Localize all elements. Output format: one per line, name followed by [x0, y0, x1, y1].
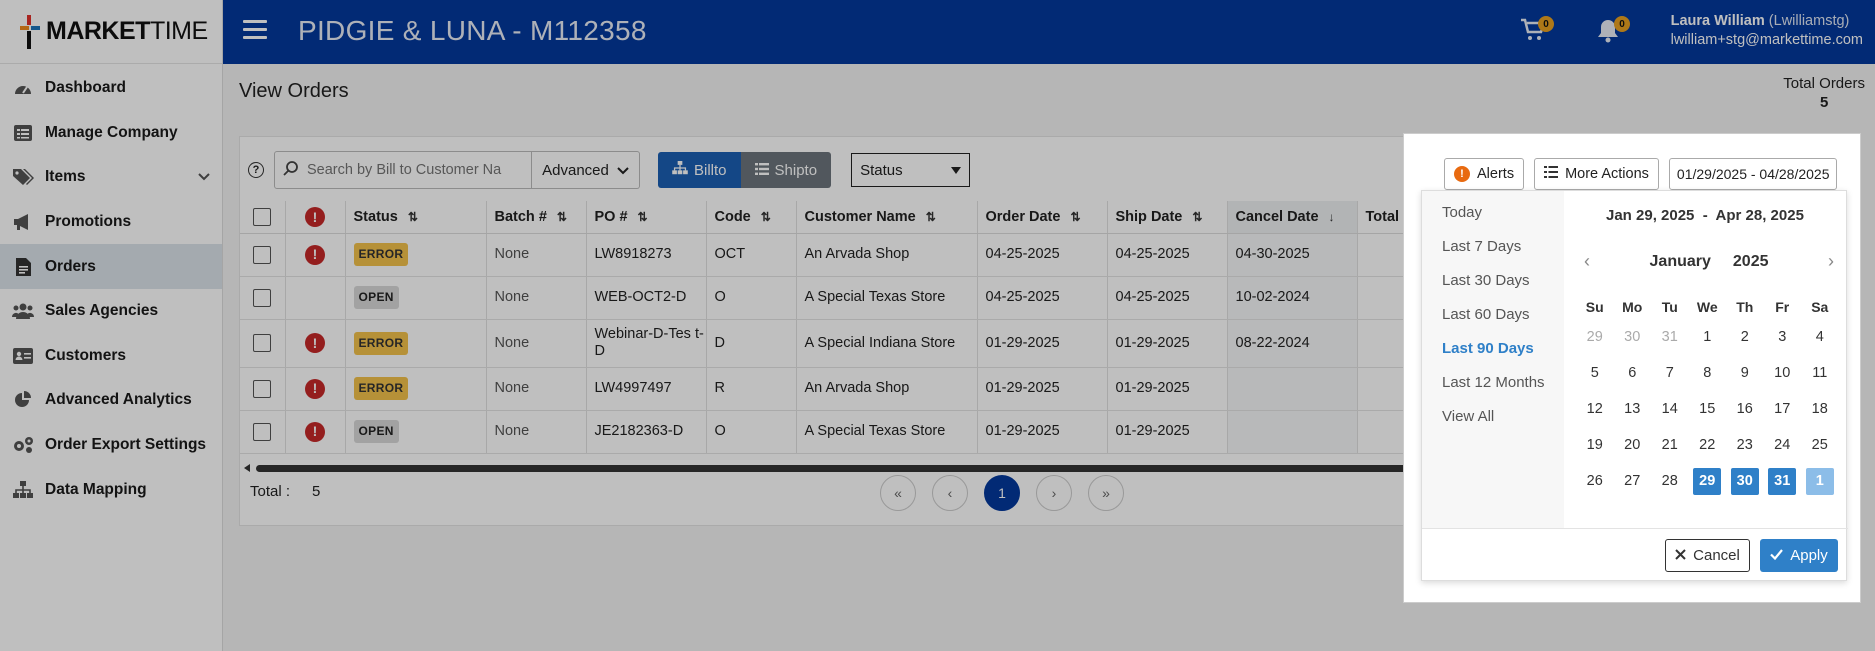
- prev-month-icon[interactable]: ‹: [1584, 251, 1590, 272]
- check-icon: [1770, 547, 1784, 564]
- apply-button[interactable]: Apply: [1760, 539, 1838, 572]
- calendar-day[interactable]: 25: [1801, 427, 1839, 463]
- date-range-picker: Today Last 7 Days Last 30 Days Last 60 D…: [1421, 190, 1848, 582]
- weekday-label: Sa: [1811, 299, 1829, 315]
- calendar-day[interactable]: 2: [1726, 319, 1764, 355]
- calendar-day[interactable]: 29: [1576, 319, 1614, 355]
- alerts-label: Alerts: [1477, 166, 1515, 182]
- range-separator: -: [1702, 207, 1708, 224]
- range-start-label: Jan 29, 2025: [1606, 207, 1695, 224]
- list-check-icon: [1544, 166, 1559, 182]
- calendar-day[interactable]: 6: [1614, 355, 1652, 391]
- weekday-label: Th: [1736, 299, 1754, 315]
- calendar-day[interactable]: 16: [1726, 391, 1764, 427]
- calendar-week: 26 27 28 29 30 31 1: [1576, 463, 1839, 499]
- calendar-day[interactable]: 26: [1576, 463, 1614, 499]
- range-last-90-days[interactable]: Last 90 Days: [1422, 339, 1564, 373]
- more-actions-button[interactable]: More Actions: [1534, 158, 1659, 190]
- range-last-12-months[interactable]: Last 12 Months: [1422, 373, 1564, 407]
- calendar-day[interactable]: 4: [1801, 319, 1839, 355]
- range-end-label: Apr 28, 2025: [1715, 207, 1804, 224]
- calendar-day[interactable]: 10: [1764, 355, 1802, 391]
- cancel-button[interactable]: Cancel: [1665, 539, 1750, 572]
- calendar-day[interactable]: 1: [1689, 319, 1727, 355]
- calendar-day[interactable]: 3: [1764, 319, 1802, 355]
- apply-label: Apply: [1790, 547, 1828, 564]
- calendar-week: 19 20 21 22 23 24 25: [1576, 427, 1839, 463]
- calendar-day[interactable]: 22: [1689, 427, 1727, 463]
- range-last-60-days[interactable]: Last 60 Days: [1422, 305, 1564, 339]
- date-range-input[interactable]: 01/29/2025 - 04/28/2025: [1668, 158, 1838, 190]
- calendar-day[interactable]: 12: [1576, 391, 1614, 427]
- calendar-day-in-range[interactable]: 1: [1801, 463, 1839, 499]
- calendar-day-selected[interactable]: 29: [1689, 463, 1727, 499]
- calendar: Jan 29, 2025 - Apr 28, 2025 ‹ January 202…: [1564, 191, 1848, 528]
- calendar-week: 5 6 7 8 9 10 11: [1576, 355, 1839, 391]
- calendar-year[interactable]: 2025: [1733, 253, 1769, 270]
- calendar-day[interactable]: 15: [1689, 391, 1727, 427]
- calendar-day[interactable]: 20: [1614, 427, 1652, 463]
- calendar-day-selected[interactable]: 30: [1726, 463, 1764, 499]
- calendar-day[interactable]: 8: [1689, 355, 1727, 391]
- range-last-7-days[interactable]: Last 7 Days: [1422, 237, 1564, 271]
- calendar-day[interactable]: 21: [1651, 427, 1689, 463]
- calendar-grid: Su Mo Tu We Th Fr Sa 29 30 31 1 2 3 4 5 …: [1576, 295, 1839, 499]
- weekday-label: Mo: [1622, 299, 1643, 315]
- calendar-day[interactable]: 5: [1576, 355, 1614, 391]
- weekday-row: Su Mo Tu We Th Fr Sa: [1576, 295, 1839, 319]
- weekday-label: We: [1696, 299, 1718, 315]
- calendar-month[interactable]: January: [1650, 253, 1711, 270]
- calendar-day[interactable]: 7: [1651, 355, 1689, 391]
- calendar-day[interactable]: 18: [1801, 391, 1839, 427]
- calendar-day[interactable]: 14: [1651, 391, 1689, 427]
- range-view-all[interactable]: View All: [1422, 407, 1564, 441]
- more-actions-label: More Actions: [1565, 166, 1649, 182]
- date-range-toolbar: ! Alerts More Actions 01/29/2025 - 04/28…: [1444, 158, 1838, 190]
- cancel-label: Cancel: [1693, 547, 1740, 564]
- preset-ranges: Today Last 7 Days Last 30 Days Last 60 D…: [1422, 191, 1564, 528]
- range-last-30-days[interactable]: Last 30 Days: [1422, 271, 1564, 305]
- next-month-icon[interactable]: ›: [1828, 251, 1834, 272]
- calendar-day[interactable]: 24: [1764, 427, 1802, 463]
- calendar-day[interactable]: 17: [1764, 391, 1802, 427]
- close-icon: [1675, 547, 1686, 564]
- calendar-day-selected[interactable]: 31: [1764, 463, 1802, 499]
- calendar-day[interactable]: 28: [1651, 463, 1689, 499]
- weekday-label: Su: [1585, 299, 1604, 315]
- calendar-range-header: Jan 29, 2025 - Apr 28, 2025: [1606, 207, 1804, 224]
- alert-icon: !: [1454, 166, 1470, 182]
- calendar-week: 29 30 31 1 2 3 4: [1576, 319, 1839, 355]
- alerts-button[interactable]: ! Alerts: [1444, 158, 1525, 190]
- calendar-day[interactable]: 11: [1801, 355, 1839, 391]
- date-range-panel: ! Alerts More Actions 01/29/2025 - 04/28…: [1403, 133, 1861, 603]
- calendar-day[interactable]: 9: [1726, 355, 1764, 391]
- range-today[interactable]: Today: [1422, 203, 1564, 237]
- weekday-label: Tu: [1661, 299, 1678, 315]
- weekday-label: Fr: [1775, 299, 1790, 315]
- calendar-nav: ‹ January 2025 ›: [1584, 251, 1834, 272]
- calendar-day[interactable]: 30: [1614, 319, 1652, 355]
- calendar-day[interactable]: 31: [1651, 319, 1689, 355]
- calendar-day[interactable]: 19: [1576, 427, 1614, 463]
- calendar-day[interactable]: 13: [1614, 391, 1652, 427]
- date-picker-actions: Cancel Apply: [1422, 528, 1848, 582]
- calendar-day[interactable]: 23: [1726, 427, 1764, 463]
- calendar-week: 12 13 14 15 16 17 18: [1576, 391, 1839, 427]
- calendar-day[interactable]: 27: [1614, 463, 1652, 499]
